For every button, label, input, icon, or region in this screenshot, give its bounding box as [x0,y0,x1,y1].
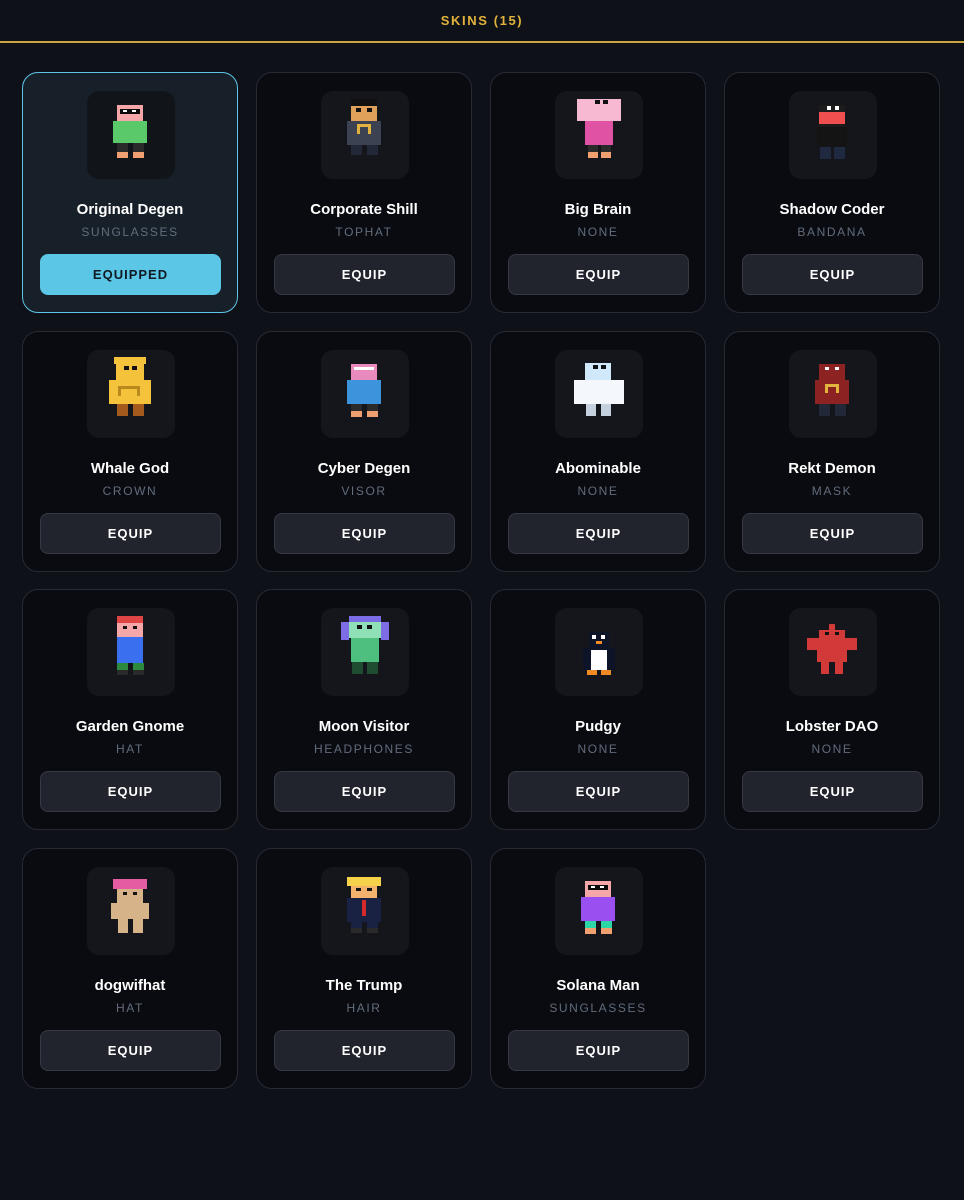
skin-name: Whale God [90,459,170,477]
skin-name: Garden Gnome [75,718,185,735]
corporate-shill-sprite-icon [347,99,381,155]
equip-button[interactable]: EQUIP [40,771,221,812]
moon-visitor-avatar [321,608,409,696]
skin-accessory: NONE [811,742,853,756]
rekt-demon-avatar [789,349,877,438]
skin-card[interactable]: Lobster DAO NONE EQUIP [724,589,940,830]
equip-button[interactable]: EQUIP [40,512,221,554]
skin-card[interactable]: Rekt Demon MASK EQUIP [724,330,940,572]
cyber-degen-sprite-icon [347,363,381,417]
skin-name: Corporate Shill [310,201,418,218]
cyber-degen-avatar [321,349,409,438]
skin-name: dogwifhat [94,976,166,994]
skin-card[interactable]: Original Degen SUNGLASSES EQUIPPED [22,72,238,313]
skin-card[interactable]: Pudgy NONE EQUIP [490,589,706,830]
skin-name: Moon Visitor [318,718,410,735]
skin-name: Shadow Coder [779,201,885,218]
header: SKINS (15) [0,0,964,43]
solana-man-avatar [555,866,643,955]
skin-name: Cyber Degen [317,459,411,477]
skin-card[interactable]: Whale God CROWN EQUIP [22,330,238,572]
moon-visitor-sprite-icon [341,616,389,674]
shadow-coder-sprite-icon [817,105,847,159]
skin-accessory: HAT [116,742,144,756]
garden-gnome-sprite-icon [117,616,144,675]
skin-card[interactable]: Corporate Shill TOPHAT EQUIP [256,72,472,313]
skin-accessory: SUNGLASSES [549,1000,647,1015]
rekt-demon-sprite-icon [815,363,849,416]
pudgy-avatar [555,608,643,696]
equip-button[interactable]: EQUIP [742,771,923,812]
equip-button[interactable]: EQUIP [274,512,455,554]
skin-card[interactable]: dogwifhat HAT EQUIP [22,847,238,1089]
big-brain-sprite-icon [577,99,621,158]
whale-god-avatar [87,349,175,438]
skin-accessory: HEADPHONES [313,742,415,756]
skin-card[interactable]: Big Brain NONE EQUIP [490,72,706,313]
equip-button[interactable]: EQUIP [274,1029,455,1071]
skin-accessory: NONE [577,483,619,498]
equip-button[interactable]: EQUIP [508,254,689,295]
dogwifhat-avatar [87,866,175,955]
equip-button[interactable]: EQUIP [742,512,923,554]
pudgy-sprite-icon [583,632,615,675]
skin-accessory: SUNGLASSES [81,225,179,239]
equip-button[interactable]: EQUIP [508,771,689,812]
skin-card[interactable]: Abominable NONE EQUIP [490,330,706,572]
skin-name: Solana Man [556,976,640,994]
dogwifhat-sprite-icon [111,878,149,933]
equip-button[interactable]: EQUIP [274,254,455,295]
skin-accessory: MASK [811,483,853,498]
equip-button[interactable]: EQUIP [274,771,455,812]
abominable-avatar [555,349,643,438]
corporate-shill-avatar [321,91,409,179]
page-title: SKINS (15) [440,13,524,28]
skin-name: Pudgy [575,718,621,735]
equip-button[interactable]: EQUIP [40,1029,221,1071]
skin-accessory: TOPHAT [335,225,393,239]
skin-card[interactable]: Moon Visitor HEADPHONES EQUIP [256,589,472,830]
skin-accessory: VISOR [341,483,387,498]
skin-card[interactable]: Shadow Coder BANDANA EQUIP [724,72,940,313]
skin-name: Lobster DAO [785,718,879,735]
original-degen-sprite-icon [113,105,147,158]
skin-accessory: HAT [116,1000,144,1015]
big-brain-avatar [555,91,643,179]
original-degen-avatar [87,91,175,179]
equip-button[interactable]: EQUIP [508,1029,689,1071]
skins-grid: Original Degen SUNGLASSES EQUIPPED Corpo… [22,72,940,1089]
skin-accessory: CROWN [102,483,158,498]
skin-name: The Trump [325,976,403,994]
skin-name: Big Brain [564,201,632,218]
skin-card[interactable]: Cyber Degen VISOR EQUIP [256,330,472,572]
skin-name: Rekt Demon [788,459,876,477]
skin-card[interactable]: The Trump HAIR EQUIP [256,847,472,1089]
skin-card[interactable]: Garden Gnome HAT EQUIP [22,589,238,830]
equip-button[interactable]: EQUIP [508,512,689,554]
skin-card[interactable]: Solana Man SUNGLASSES EQUIP [490,847,706,1089]
skin-accessory: NONE [577,225,619,239]
shadow-coder-avatar [789,91,877,179]
skin-accessory: HAIR [346,1000,382,1015]
whale-god-sprite-icon [109,356,151,416]
skin-accessory: NONE [577,742,619,756]
skin-name: Original Degen [76,201,184,218]
equipped-button[interactable]: EQUIPPED [40,254,221,295]
equip-button[interactable]: EQUIP [742,254,923,295]
lobster-dao-sprite-icon [807,624,857,674]
garden-gnome-avatar [87,608,175,696]
skin-name: Abominable [555,459,641,477]
the-trump-sprite-icon [347,876,381,933]
abominable-sprite-icon [574,362,624,416]
solana-man-sprite-icon [581,880,615,934]
lobster-dao-avatar [789,608,877,696]
skin-accessory: BANDANA [797,225,867,239]
the-trump-avatar [321,866,409,955]
